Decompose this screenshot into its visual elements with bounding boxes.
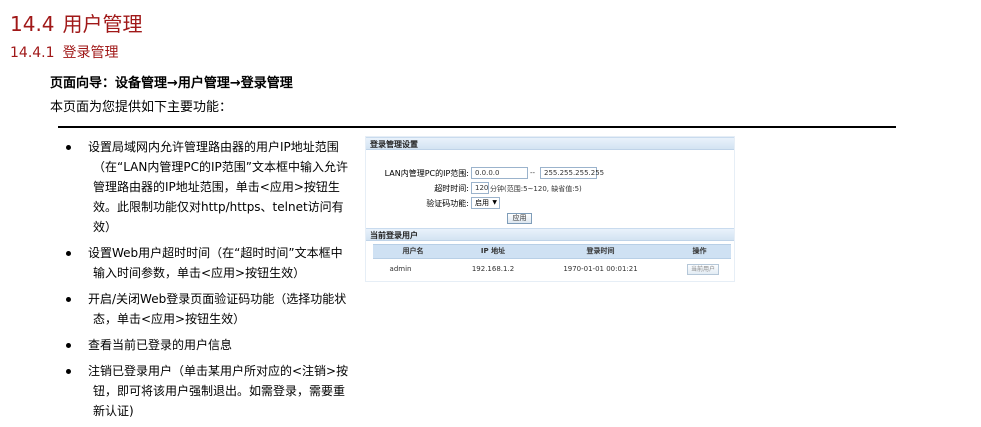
bullet-icon [66, 369, 71, 374]
subsection-heading: 14.4.1 登录管理 [10, 42, 119, 62]
header-username: 用户名 [402, 247, 424, 255]
cell-login-time: 1970-01-01 00:01:21 [563, 265, 638, 273]
captcha-select[interactable]: 启用 ▼ [471, 197, 500, 209]
bullet-icon [66, 297, 71, 302]
header-action: 操作 [692, 247, 707, 255]
feature-item: 设置Web用户超时时间（在“超时时间”文本框中 输入时间参数，单击<应用>按钮生效… [64, 243, 354, 283]
horizontal-rule [58, 126, 896, 128]
bullet-icon [66, 145, 71, 150]
chevron-down-icon: ▼ [492, 199, 497, 206]
section-title: 用户管理 [62, 12, 143, 36]
feature-item: 开启/关闭Web登录页面验证码功能（选择功能状 态，单击<应用>按钮生效） [64, 289, 354, 329]
section-heading: 14.4 用户管理 [10, 8, 143, 37]
cell-ip: 192.168.1.2 [471, 265, 515, 273]
bullet-icon [66, 251, 71, 256]
current-users-section-title: 当前登录用户 [366, 228, 734, 241]
cell-username: admin [389, 265, 412, 273]
feature-item: 注销已登录用户（单击某用户所对应的<注销>按 钮，即可将该用户强制退出。如需登录，… [64, 361, 354, 421]
subsection-title: 登录管理 [62, 45, 119, 61]
apply-button[interactable]: 应用 [507, 213, 532, 224]
bullet-icon [66, 343, 71, 348]
captcha-select-value: 启用 [475, 199, 489, 207]
ip-range-label: LAN内管理PC的IP范围: [384, 169, 469, 178]
header-login-time: 登录时间 [586, 247, 615, 255]
timeout-label: 超时时间: [434, 184, 469, 193]
login-management-screenshot: 登录管理设置 LAN内管理PC的IP范围: 0.0.0.0 -- 255.255… [365, 136, 735, 282]
current-user-button[interactable]: 当前用户 [687, 264, 719, 275]
settings-section-title: 登录管理设置 [366, 137, 734, 150]
table-row: admin 192.168.1.2 1970-01-01 00:01:21 当前… [373, 263, 731, 276]
ip-range-separator: -- [530, 169, 536, 177]
users-table-header: 用户名 IP 地址 登录时间 操作 [373, 244, 731, 259]
feature-item: 设置局域网内允许管理路由器的用户IP地址范围 （在“LAN内管理PC的IP范围”文… [64, 137, 354, 237]
feature-item: 查看当前已登录的用户信息 [64, 335, 354, 355]
section-number: 14.4 [10, 12, 55, 36]
page-guide: 页面向导：设备管理→用户管理→登录管理 [50, 76, 293, 91]
subsection-number: 14.4.1 [10, 45, 55, 61]
intro-text: 本页面为您提供如下主要功能： [50, 100, 233, 115]
ip-start-input[interactable]: 0.0.0.0 [471, 167, 528, 179]
feature-list: 设置局域网内允许管理路由器的用户IP地址范围 （在“LAN内管理PC的IP范围”文… [64, 137, 354, 427]
captcha-label: 验证码功能: [426, 199, 469, 208]
header-ip: IP 地址 [480, 247, 506, 255]
ip-end-input[interactable]: 255.255.255.255 [540, 167, 604, 179]
timeout-input[interactable]: 120 [471, 182, 489, 194]
timeout-hint: 分钟(范围:5~120, 缺省值:5) [490, 185, 582, 193]
